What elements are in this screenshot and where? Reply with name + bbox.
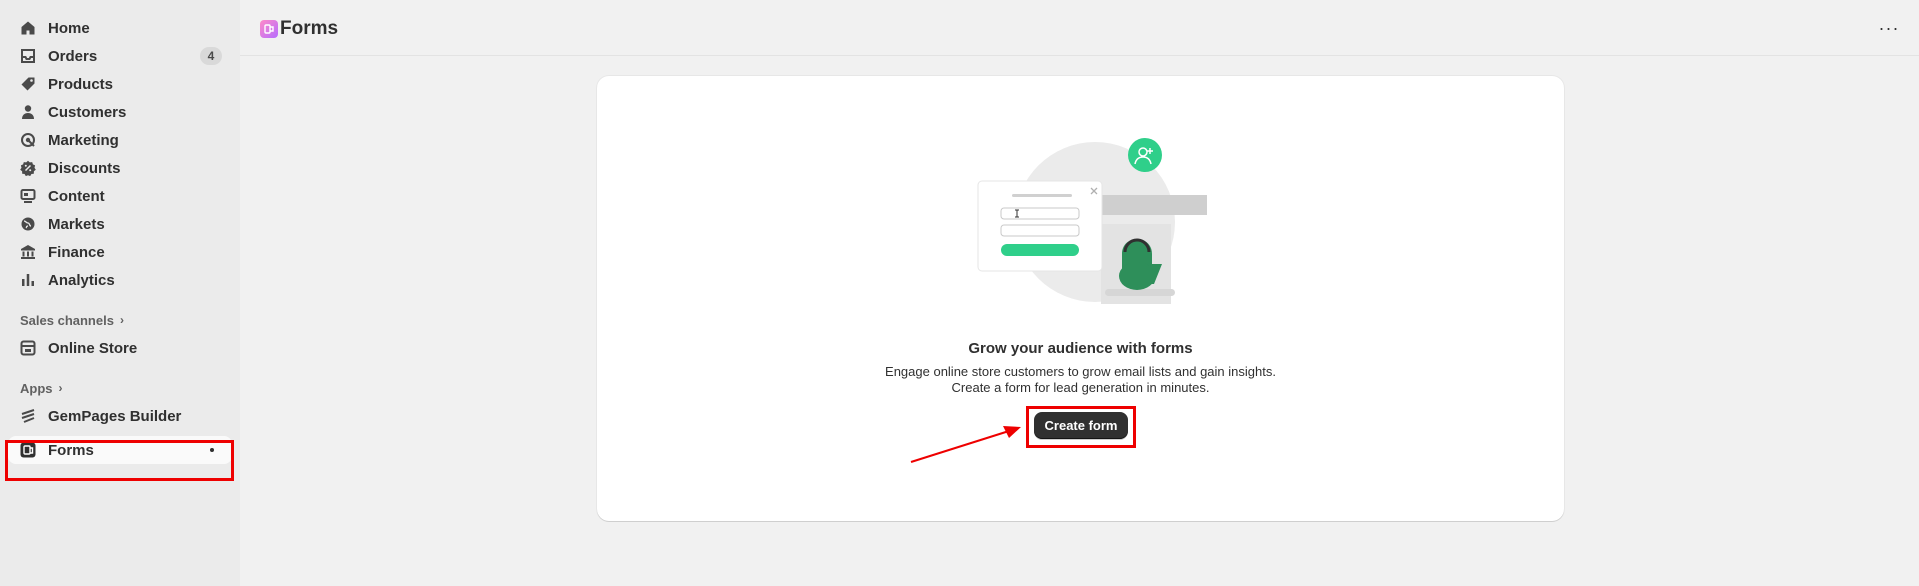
discount-icon bbox=[20, 160, 36, 176]
sidebar-item-label: Customers bbox=[48, 103, 127, 121]
page-header: Forms ··· bbox=[240, 0, 1919, 56]
sales-channels-heading[interactable]: Sales channels › bbox=[8, 306, 232, 334]
chevron-right-icon: › bbox=[119, 313, 124, 327]
person-icon bbox=[20, 104, 36, 120]
sidebar-item-content[interactable]: Content bbox=[8, 182, 232, 210]
empty-state-description: Engage online store customers to grow em… bbox=[597, 364, 1564, 396]
chevron-right-icon: › bbox=[58, 381, 63, 395]
description-line-1: Engage online store customers to grow em… bbox=[885, 364, 1276, 379]
more-actions-button[interactable]: ··· bbox=[1877, 18, 1901, 38]
sidebar-item-orders[interactable]: Orders 4 bbox=[8, 42, 232, 70]
sidebar-item-analytics[interactable]: Analytics bbox=[8, 266, 232, 294]
home-icon bbox=[20, 20, 36, 36]
sidebar-item-label: Content bbox=[48, 187, 105, 205]
bank-icon bbox=[20, 244, 36, 260]
tag-icon bbox=[20, 76, 36, 92]
sales-channels-label: Sales channels bbox=[20, 312, 114, 328]
sidebar-item-home[interactable]: Home bbox=[8, 14, 232, 42]
content-icon bbox=[20, 188, 36, 204]
active-dot bbox=[210, 448, 214, 452]
sidebar-item-label: Products bbox=[48, 75, 114, 93]
sidebar-item-marketing[interactable]: Marketing bbox=[8, 126, 232, 154]
bar-chart-icon bbox=[20, 272, 36, 288]
sidebar-item-forms[interactable]: Forms bbox=[8, 436, 232, 464]
sidebar-item-discounts[interactable]: Discounts bbox=[8, 154, 232, 182]
main-content: Forms ··· Grow your audience with forms bbox=[240, 0, 1919, 586]
page-title: Forms bbox=[280, 18, 339, 39]
gempages-icon bbox=[20, 408, 36, 424]
sidebar-item-customers[interactable]: Customers bbox=[8, 98, 232, 126]
empty-state-heading: Grow your audience with forms bbox=[968, 340, 1193, 357]
sidebar-item-label: GemPages Builder bbox=[48, 407, 182, 425]
sidebar-item-label: Discounts bbox=[48, 159, 121, 177]
sidebar-item-online-store[interactable]: Online Store bbox=[8, 334, 232, 362]
target-icon bbox=[20, 132, 36, 148]
sidebar: Home Orders 4 Products Customers Marketi… bbox=[0, 0, 240, 586]
globe-icon bbox=[20, 216, 36, 232]
apps-label: Apps bbox=[20, 380, 53, 396]
sidebar-item-label: Finance bbox=[48, 243, 105, 261]
forms-illustration bbox=[977, 138, 1207, 304]
sidebar-item-finance[interactable]: Finance bbox=[8, 238, 232, 266]
sidebar-item-label: Online Store bbox=[48, 339, 138, 357]
sidebar-item-markets[interactable]: Markets bbox=[8, 210, 232, 238]
store-icon bbox=[20, 340, 36, 356]
sidebar-item-label: Home bbox=[48, 19, 90, 37]
forms-app-icon bbox=[260, 20, 278, 38]
sidebar-item-products[interactable]: Products bbox=[8, 70, 232, 98]
create-form-button[interactable]: Create form bbox=[1034, 412, 1128, 439]
inbox-icon bbox=[20, 48, 36, 64]
description-line-2: Create a form for lead generation in min… bbox=[951, 380, 1210, 395]
orders-count-badge: 4 bbox=[200, 47, 222, 65]
sidebar-item-label: Markets bbox=[48, 215, 105, 233]
apps-heading[interactable]: Apps › bbox=[8, 374, 232, 402]
sidebar-item-label: Forms bbox=[48, 441, 94, 459]
sidebar-item-gempages[interactable]: GemPages Builder bbox=[8, 402, 232, 430]
sidebar-item-label: Orders bbox=[48, 47, 98, 65]
empty-state-card: Grow your audience with forms Engage onl… bbox=[597, 76, 1564, 521]
sidebar-item-label: Analytics bbox=[48, 271, 115, 289]
sidebar-item-label: Marketing bbox=[48, 131, 119, 149]
forms-app-icon bbox=[20, 442, 36, 458]
